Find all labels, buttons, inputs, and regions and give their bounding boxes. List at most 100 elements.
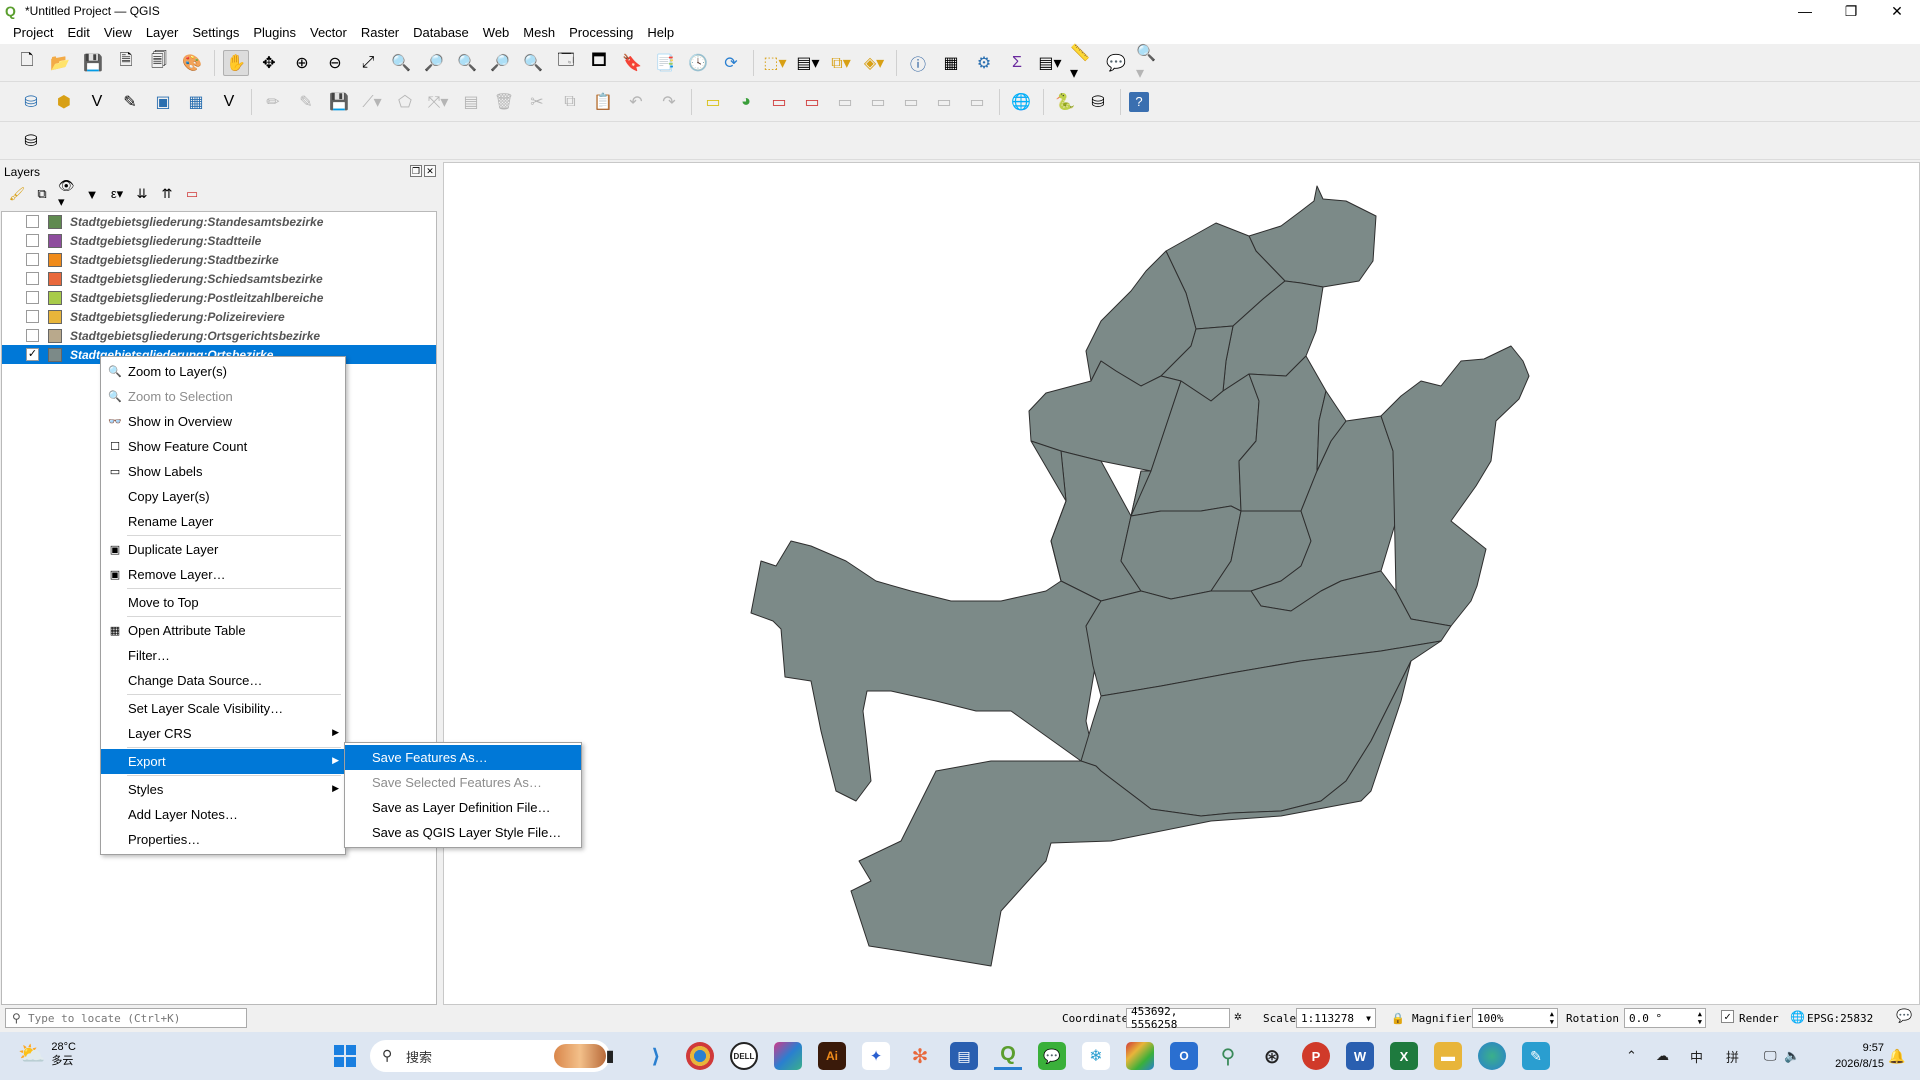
toggle-extents-icon[interactable]: ✲ — [1234, 1009, 1242, 1024]
menu-vector[interactable]: Vector — [303, 22, 354, 44]
add-raster-layer-icon[interactable]: ▦ — [183, 89, 209, 115]
add-delimited-text-icon[interactable]: ✎ — [117, 89, 143, 115]
label-properties-icon[interactable]: ▭ — [964, 89, 990, 115]
powerpoint-icon[interactable]: P — [1302, 1042, 1330, 1070]
context-menu-item[interactable]: ▣ Remove Layer… — [101, 562, 345, 587]
layer-symbol-swatch[interactable] — [48, 309, 62, 324]
digitize-icon[interactable]: ⟋▾ — [359, 89, 385, 115]
style-manager-icon[interactable]: 🎨 — [179, 50, 205, 76]
new-map-view-icon[interactable]: 🗔 — [553, 50, 579, 76]
layer-symbol-swatch[interactable] — [48, 328, 62, 343]
wechat-icon[interactable]: 💬 — [1038, 1042, 1066, 1070]
word-icon[interactable]: W — [1346, 1042, 1374, 1070]
menu-plugins[interactable]: Plugins — [246, 22, 303, 44]
new-bookmark-icon[interactable]: 🔖 — [619, 50, 645, 76]
measure-icon[interactable]: 📏▾ — [1070, 45, 1096, 82]
crs-globe-icon[interactable]: 🌐 — [1790, 1010, 1805, 1024]
cut-features-icon[interactable]: ✂ — [524, 89, 550, 115]
layer-visibility-checkbox[interactable] — [26, 234, 39, 247]
context-menu-item[interactable]: Styles ▶ — [101, 777, 345, 802]
notification-bell-icon[interactable]: 🔔 — [1888, 1032, 1905, 1080]
layer-symbol-swatch[interactable] — [48, 252, 62, 267]
menu-web[interactable]: Web — [476, 22, 517, 44]
menu-project[interactable]: Project — [6, 22, 60, 44]
context-menu-item[interactable]: 👓 Show in Overview — [101, 409, 345, 434]
zoom-to-layer-icon[interactable]: 🔎 — [421, 50, 447, 76]
layer-row[interactable]: Stadtgebietsgliederung:Ortsgerichtsbezir… — [2, 326, 436, 345]
save-edits-icon[interactable]: 💾 — [326, 89, 352, 115]
render-checkbox[interactable]: ✓ — [1721, 1010, 1734, 1023]
data-source-manager-icon[interactable]: ⛁ — [18, 89, 44, 115]
zoom-to-selection-icon[interactable]: 🔍 — [388, 50, 414, 76]
scale-field[interactable]: 1:113278 ▼ — [1296, 1008, 1376, 1028]
rotation-field[interactable]: 0.0 ° ▲ ▼ — [1624, 1008, 1706, 1028]
python-console-icon[interactable]: 🐍 — [1052, 89, 1078, 115]
onedrive-icon[interactable]: ☁ — [1656, 1032, 1669, 1080]
excel-icon[interactable]: X — [1390, 1042, 1418, 1070]
context-menu-item[interactable]: ▭ Show Labels — [101, 459, 345, 484]
remove-layer-icon[interactable]: ▭ — [183, 185, 201, 203]
menu-settings[interactable]: Settings — [185, 22, 246, 44]
outlook-icon[interactable]: O — [1170, 1042, 1198, 1070]
context-menu-item[interactable]: Copy Layer(s) — [101, 484, 345, 509]
context-menu-item[interactable]: Set Layer Scale Visibility… — [101, 696, 345, 721]
context-menu-item[interactable]: Change Data Source… — [101, 668, 345, 693]
copy-features-icon[interactable]: ⧉ — [557, 89, 583, 115]
layer-visibility-checkbox[interactable] — [26, 310, 39, 323]
manage-visibility-icon[interactable]: 👁▾ — [58, 178, 76, 209]
drawing-app-icon[interactable]: ✎ — [1522, 1042, 1550, 1070]
qgis-browser-icon[interactable]: ⚲ — [1214, 1042, 1242, 1070]
layer-visibility-checkbox[interactable] — [26, 215, 39, 228]
redo-icon[interactable]: ↷ — [656, 89, 682, 115]
zoom-full-icon[interactable]: ⤢ — [355, 50, 381, 76]
minimize-button[interactable]: — — [1782, 0, 1828, 22]
help-icon[interactable]: ? — [1129, 91, 1149, 112]
messages-icon[interactable]: 💬 — [1896, 1009, 1912, 1024]
show-bookmarks-icon[interactable]: 📑 — [652, 50, 678, 76]
zoom-native-icon[interactable]: 🔍 — [454, 50, 480, 76]
zoom-in-icon[interactable]: ⊕ — [289, 50, 315, 76]
expand-all-icon[interactable]: ⇊ — [133, 185, 151, 203]
m365-icon[interactable] — [774, 1042, 802, 1070]
layer-symbol-swatch[interactable] — [48, 347, 62, 362]
claude-icon[interactable]: ✻ — [906, 1042, 934, 1070]
menu-processing[interactable]: Processing — [562, 22, 640, 44]
layer-row[interactable]: Stadtgebietsgliederung:Standesamtsbezirk… — [2, 212, 436, 231]
add-wms-layer-icon[interactable]: ▣ — [150, 89, 176, 115]
map-tips-icon[interactable]: 💬 — [1103, 50, 1129, 76]
locator-search[interactable]: ⚲ Type to locate (Ctrl+K) — [5, 1008, 247, 1028]
georeferencer-icon[interactable]: 🌐 — [1008, 89, 1034, 115]
filter-expression-icon[interactable]: ε▾ — [108, 185, 126, 203]
context-menu-item[interactable]: ▣ Duplicate Layer — [101, 537, 345, 562]
statistical-summary-icon[interactable]: Σ — [1004, 50, 1030, 76]
chatgpt-icon[interactable]: ⊛ — [1258, 1042, 1286, 1070]
style-panel-icon[interactable]: 🖌 — [8, 185, 26, 203]
snowflake-app-icon[interactable]: ❄ — [1082, 1042, 1110, 1070]
context-menu-item[interactable]: ▦ Open Attribute Table — [101, 618, 345, 643]
deselect-icon[interactable]: ⧉▾ — [828, 50, 854, 76]
layout-manager-icon[interactable]: 🗐 — [146, 50, 172, 76]
select-by-value-icon[interactable]: ▤▾ — [795, 50, 821, 76]
pan-map-icon[interactable]: ✋ — [223, 49, 249, 76]
add-wfs-layer-icon[interactable]: V — [216, 89, 242, 115]
menu-view[interactable]: View — [97, 22, 139, 44]
menu-mesh[interactable]: Mesh — [516, 22, 562, 44]
weather-widget[interactable]: ⛅ 28°C 多云 — [18, 1040, 76, 1068]
export-submenu-item[interactable]: Save as QGIS Layer Style File… — [345, 820, 581, 845]
show-hide-labels-icon[interactable]: ▭ — [832, 89, 858, 115]
lock-icon[interactable]: 🔒 — [1391, 1012, 1405, 1025]
close-button[interactable]: ✕ — [1874, 0, 1920, 22]
volume-icon[interactable]: 🔈 — [1784, 1032, 1800, 1080]
context-menu-item[interactable]: ☐ Show Feature Count — [101, 434, 345, 459]
ime-pinyin[interactable]: 拼 — [1726, 1032, 1739, 1080]
layer-labeling-icon[interactable]: ▭ — [700, 89, 726, 115]
ime-chinese[interactable]: 中 — [1690, 1032, 1703, 1080]
select-by-location-icon[interactable]: ◈▾ — [861, 50, 887, 76]
context-menu-item[interactable]: Export ▶ — [101, 749, 345, 774]
vertex-tool-icon[interactable]: ⤧▾ — [425, 89, 451, 115]
context-menu-item[interactable]: 🔍 Zoom to Layer(s) — [101, 359, 345, 384]
layer-row[interactable]: Stadtgebietsgliederung:Postleitzahlberei… — [2, 288, 436, 307]
layer-symbol-swatch[interactable] — [48, 271, 62, 286]
rotate-label-icon[interactable]: ▭ — [898, 89, 924, 115]
context-menu-item[interactable]: Layer CRS ▶ — [101, 721, 345, 746]
